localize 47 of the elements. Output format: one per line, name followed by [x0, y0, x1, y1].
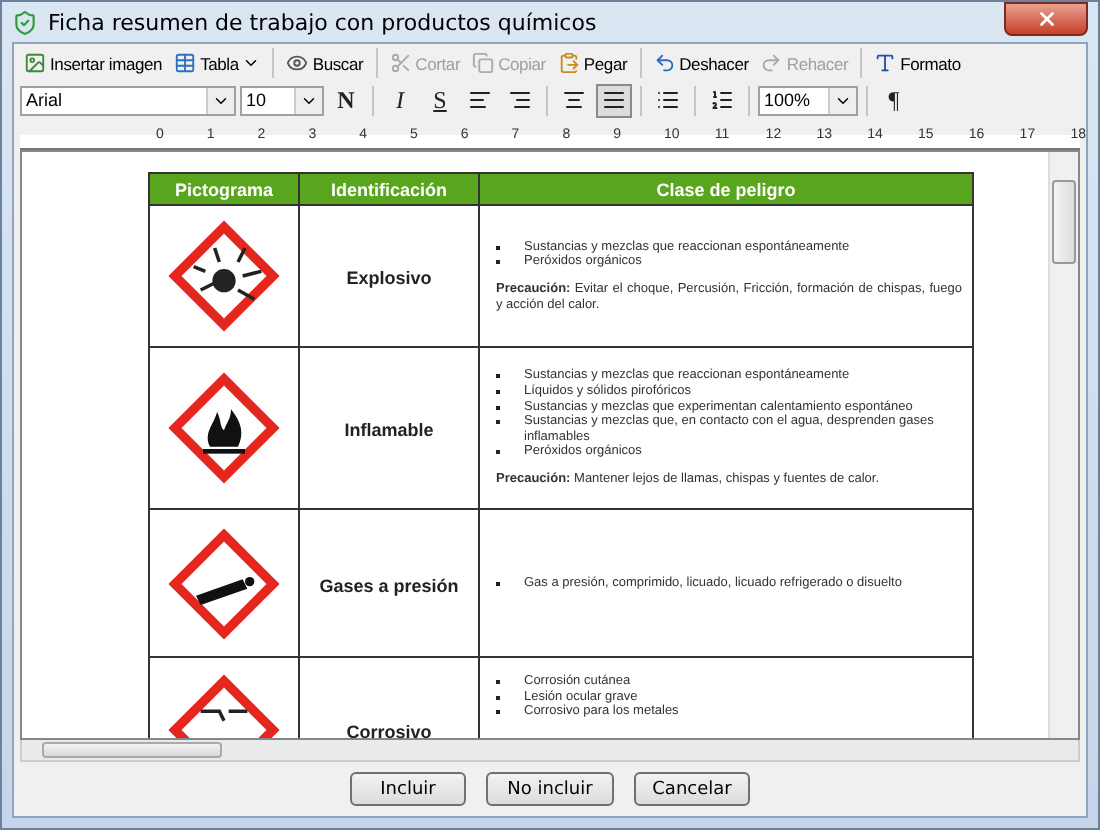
gas-cylinder-pictogram-icon [168, 527, 280, 639]
column-header: Identificación [299, 173, 479, 205]
image-button[interactable]: Insertar imagen [20, 46, 167, 80]
dialog-button[interactable]: Cancelar [634, 772, 750, 806]
flame-pictogram-icon [168, 372, 280, 484]
explosive-pictogram-icon [168, 220, 280, 332]
horizontal-scrollbar[interactable] [20, 740, 1080, 762]
align-center-icon [562, 88, 586, 112]
shield-icon [12, 9, 38, 35]
zoom-select[interactable]: 100% [758, 85, 858, 115]
paste-icon [557, 52, 580, 74]
dialog-button[interactable]: Incluir [350, 772, 466, 806]
paste-button[interactable]: Pegar [553, 46, 632, 80]
table-button[interactable]: Tabla [170, 46, 265, 80]
close-icon [1035, 8, 1057, 30]
column-header: Pictograma [149, 173, 299, 205]
align-right-icon [508, 88, 532, 112]
font-select[interactable]: Arial [20, 85, 236, 115]
justify-button[interactable] [596, 83, 632, 117]
hazard-name: Gases a presión [319, 575, 459, 595]
dialog-button[interactable]: No incluir [486, 772, 614, 806]
numbering-icon [710, 88, 734, 112]
column-header: Clase de peligro [479, 173, 973, 205]
copy-icon [472, 52, 495, 74]
pilcrow-button[interactable]: ¶ [876, 83, 912, 117]
window-title: Ficha resumen de trabajo con productos químicos [48, 9, 599, 35]
format-icon [874, 52, 897, 74]
format-button[interactable]: Formato [870, 46, 965, 80]
close-button[interactable] [1004, 2, 1088, 36]
justify-icon [602, 88, 626, 112]
table-icon [174, 52, 197, 74]
redo-icon [760, 52, 783, 74]
align-left-icon [468, 88, 492, 112]
undo-icon [653, 52, 676, 74]
find-button[interactable]: Buscar [282, 46, 368, 80]
hazard-name: Corrosivo [346, 722, 432, 738]
bold-button[interactable]: N [328, 83, 364, 117]
cut-icon [389, 52, 412, 74]
hazard-name: Explosivo [346, 268, 432, 288]
size-select[interactable]: 10 [240, 85, 324, 115]
underline-button[interactable]: S [422, 83, 458, 117]
vertical-scrollbar[interactable] [1048, 152, 1078, 738]
find-icon [286, 52, 309, 74]
hazard-name: Inflamable [344, 420, 434, 440]
undo-button[interactable]: Deshacer [649, 46, 753, 80]
image-icon [24, 52, 46, 74]
italic-button[interactable]: I [382, 83, 418, 117]
